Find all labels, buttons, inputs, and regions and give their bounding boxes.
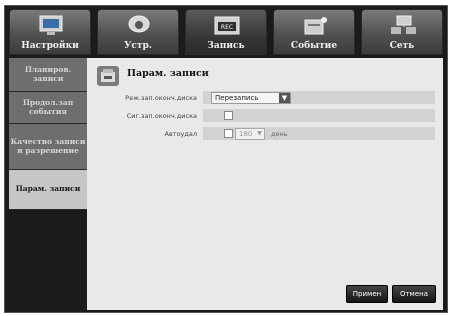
- disk-end-mode-select[interactable]: Перезапись ▼: [211, 92, 291, 104]
- tab-event[interactable]: Событие: [273, 9, 355, 55]
- apply-button[interactable]: Примен: [346, 285, 388, 303]
- monitor-icon: [39, 15, 63, 35]
- disk-end-beep-checkbox[interactable]: [224, 111, 233, 120]
- tab-settings[interactable]: Настройки: [9, 9, 91, 55]
- sidebar-item-record-params[interactable]: Парам. записи: [9, 170, 87, 210]
- sidebar-item-label: Качество записи и разрешение: [10, 136, 86, 155]
- select-value: Перезапись: [215, 94, 259, 102]
- sidebar-item-quality[interactable]: Качество записи и разрешение: [9, 124, 87, 170]
- sidebar-item-label: Планиров. записи: [24, 64, 72, 83]
- event-icon: [304, 17, 327, 35]
- cancel-button[interactable]: Отмена: [392, 285, 436, 303]
- auto-delete-days-select[interactable]: 180 ▼: [235, 128, 265, 140]
- tab-record[interactable]: REC Запись: [185, 9, 267, 55]
- svg-text:REC: REC: [221, 24, 233, 31]
- main-panel: Парам. записи Реж.зап.оконч.диска Переза…: [87, 58, 443, 310]
- tab-label: Событие: [290, 41, 338, 51]
- record-settings-icon: [97, 66, 119, 86]
- chevron-down-icon: ▼: [257, 130, 262, 137]
- dvr-window: Настройки Устр. REC Запись Событие Сеть …: [4, 5, 448, 313]
- select-value: 180: [239, 130, 253, 138]
- tab-device[interactable]: Устр.: [97, 9, 179, 55]
- disk-end-mode-label: Реж.зап.оконч.диска: [125, 94, 197, 102]
- auto-delete-label: Автоудал: [164, 130, 197, 138]
- tab-label: Запись: [207, 41, 245, 51]
- row-bg: [203, 109, 435, 122]
- rec-icon: REC: [214, 16, 240, 35]
- disk-end-beep-label: Сиг.зап.оконч.диска: [126, 112, 197, 120]
- tab-label: Настройки: [21, 41, 79, 51]
- sidebar-item-event-duration[interactable]: Продол.зап события: [9, 92, 87, 124]
- sidebar-item-schedule[interactable]: Планиров. записи: [9, 58, 87, 92]
- tab-network[interactable]: Сеть: [361, 9, 443, 55]
- camera-icon: [128, 15, 150, 33]
- page-title: Парам. записи: [127, 68, 209, 79]
- network-icon: [391, 15, 416, 34]
- tab-label: Сеть: [389, 41, 415, 51]
- sidebar-item-label: Парам. записи: [15, 184, 81, 194]
- auto-delete-checkbox[interactable]: [224, 129, 233, 138]
- sidebar-item-label: Продол.зап события: [22, 97, 74, 116]
- chevron-down-icon: ▼: [279, 93, 290, 103]
- days-unit: день: [271, 130, 288, 138]
- tab-label: Устр.: [124, 41, 152, 51]
- top-tab-bar: Настройки Устр. REC Запись Событие Сеть: [9, 9, 443, 55]
- sidebar: Планиров. записи Продол.зап события Каче…: [9, 58, 87, 310]
